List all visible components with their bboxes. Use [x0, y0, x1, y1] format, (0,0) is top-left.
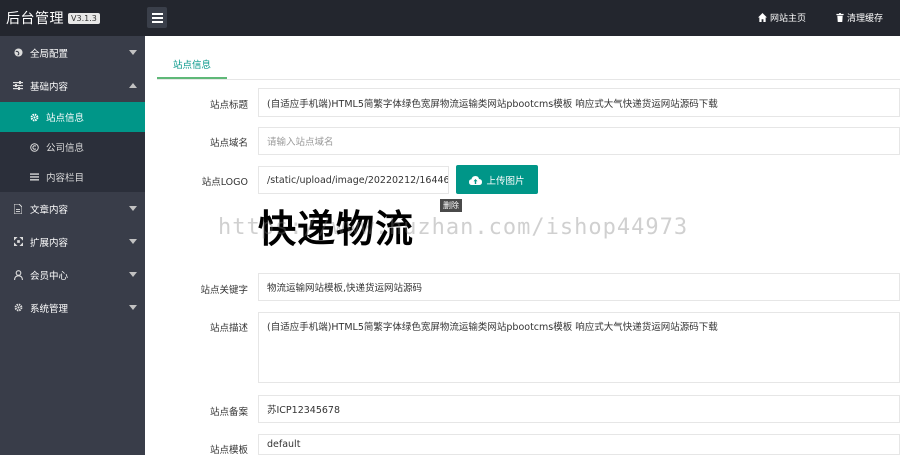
sidebar-subitem-site-info[interactable]: 站点信息 [0, 102, 145, 132]
chevron-up-icon [129, 83, 137, 88]
sidebar-item-basic-content[interactable]: 基础内容 [0, 69, 145, 102]
sidebar-item-global-config[interactable]: 全局配置 [0, 36, 145, 69]
sidebar-item-label: 全局配置 [30, 48, 69, 60]
sidebar-subitem-company-info[interactable]: 公司信息 [0, 132, 145, 162]
chevron-down-icon [129, 50, 137, 55]
chevron-down-icon [129, 272, 137, 277]
site-domain-input[interactable]: 请输入站点域名 [258, 127, 900, 155]
sidebar-item-extended-content[interactable]: 扩展内容 [0, 225, 145, 258]
sidebar-item-system-management[interactable]: 系统管理 [0, 291, 145, 324]
brand: 后台管理 V3.1.3 [6, 7, 100, 29]
copyright-icon [28, 142, 40, 152]
site-keywords-input[interactable]: 物流运输网站模板,快递货运网站源码 [258, 273, 900, 301]
sidebar-item-label: 基础内容 [30, 81, 69, 93]
tab-bar: 站点信息 [157, 53, 900, 80]
site-keywords-label: 站点关键字 [200, 285, 248, 296]
upload-image-button[interactable]: 上传图片 [456, 165, 538, 194]
clear-cache-link[interactable]: 清理缓存 [836, 11, 883, 24]
tab-site-info[interactable]: 站点信息 [157, 53, 227, 79]
top-bar: 后台管理 V3.1.3 网站主页 清理缓存 [0, 0, 900, 36]
chevron-down-icon [129, 206, 137, 211]
delete-logo-button[interactable]: 删除 [440, 199, 462, 212]
sidebar-subitem-label: 内容栏目 [46, 173, 85, 184]
hamburger-icon [151, 12, 163, 23]
clear-cache-label: 清理缓存 [846, 14, 883, 24]
sidebar-item-label: 扩展内容 [30, 237, 69, 249]
site-logo-label: 站点LOGO [201, 177, 248, 188]
home-link-label: 网站主页 [769, 14, 806, 24]
site-title-input[interactable]: (自适应手机端)HTML5简繁字体绿色宽屏物流运输类网站pbootcms模板 响… [258, 88, 900, 117]
site-template-input[interactable]: default [258, 434, 900, 455]
basic-content-submenu: 站点信息 公司信息 内容栏目 [0, 102, 145, 192]
sidebar-item-label: 文章内容 [30, 204, 69, 216]
sidebar-item-article-content[interactable]: 文章内容 [0, 192, 145, 225]
sidebar-item-label: 系统管理 [30, 303, 69, 315]
menu-toggle-button[interactable] [147, 7, 167, 28]
home-icon [757, 13, 767, 22]
cloud-upload-icon [469, 175, 483, 185]
site-description-label: 站点描述 [209, 323, 248, 334]
chevron-down-icon [129, 239, 137, 244]
app-title: 后台管理 [6, 11, 64, 27]
gear-icon [28, 113, 40, 122]
user-icon [12, 269, 24, 280]
site-icp-label: 站点备案 [209, 407, 248, 418]
sidebar: 全局配置 基础内容 站点信息 公司信息 内容栏目 文章内容 扩展内容 会员中心 … [0, 36, 145, 455]
gear-icon [12, 303, 24, 312]
list-icon [28, 173, 40, 181]
globe-icon [12, 48, 24, 57]
site-icp-input[interactable]: 苏ICP12345678 [258, 395, 900, 423]
site-logo-input[interactable]: /static/upload/image/20220212/1644667 [258, 166, 449, 194]
site-template-label: 站点模板 [209, 445, 248, 456]
sidebar-subitem-content-columns[interactable]: 内容栏目 [0, 162, 145, 192]
chevron-down-icon [129, 305, 137, 310]
sidebar-subitem-label: 站点信息 [46, 113, 85, 124]
site-title-label: 站点标题 [209, 100, 248, 111]
site-description-textarea[interactable]: (自适应手机端)HTML5简繁字体绿色宽屏物流运输类网站pbootcms模板 响… [258, 312, 900, 383]
trash-icon [836, 13, 844, 22]
version-badge: V3.1.3 [68, 12, 100, 24]
sidebar-subitem-label: 公司信息 [46, 143, 85, 154]
sidebar-item-member-center[interactable]: 会员中心 [0, 258, 145, 291]
top-actions: 网站主页 清理缓存 [757, 11, 883, 24]
site-domain-label: 站点域名 [209, 138, 248, 149]
watermark-text: https://www.huzhan.com/ishop44973 [218, 215, 689, 240]
file-icon [12, 203, 24, 214]
home-link[interactable]: 网站主页 [757, 11, 806, 24]
sliders-icon [12, 81, 24, 90]
sidebar-item-label: 会员中心 [30, 270, 69, 282]
expand-icon [12, 237, 24, 246]
upload-button-label: 上传图片 [486, 175, 525, 187]
